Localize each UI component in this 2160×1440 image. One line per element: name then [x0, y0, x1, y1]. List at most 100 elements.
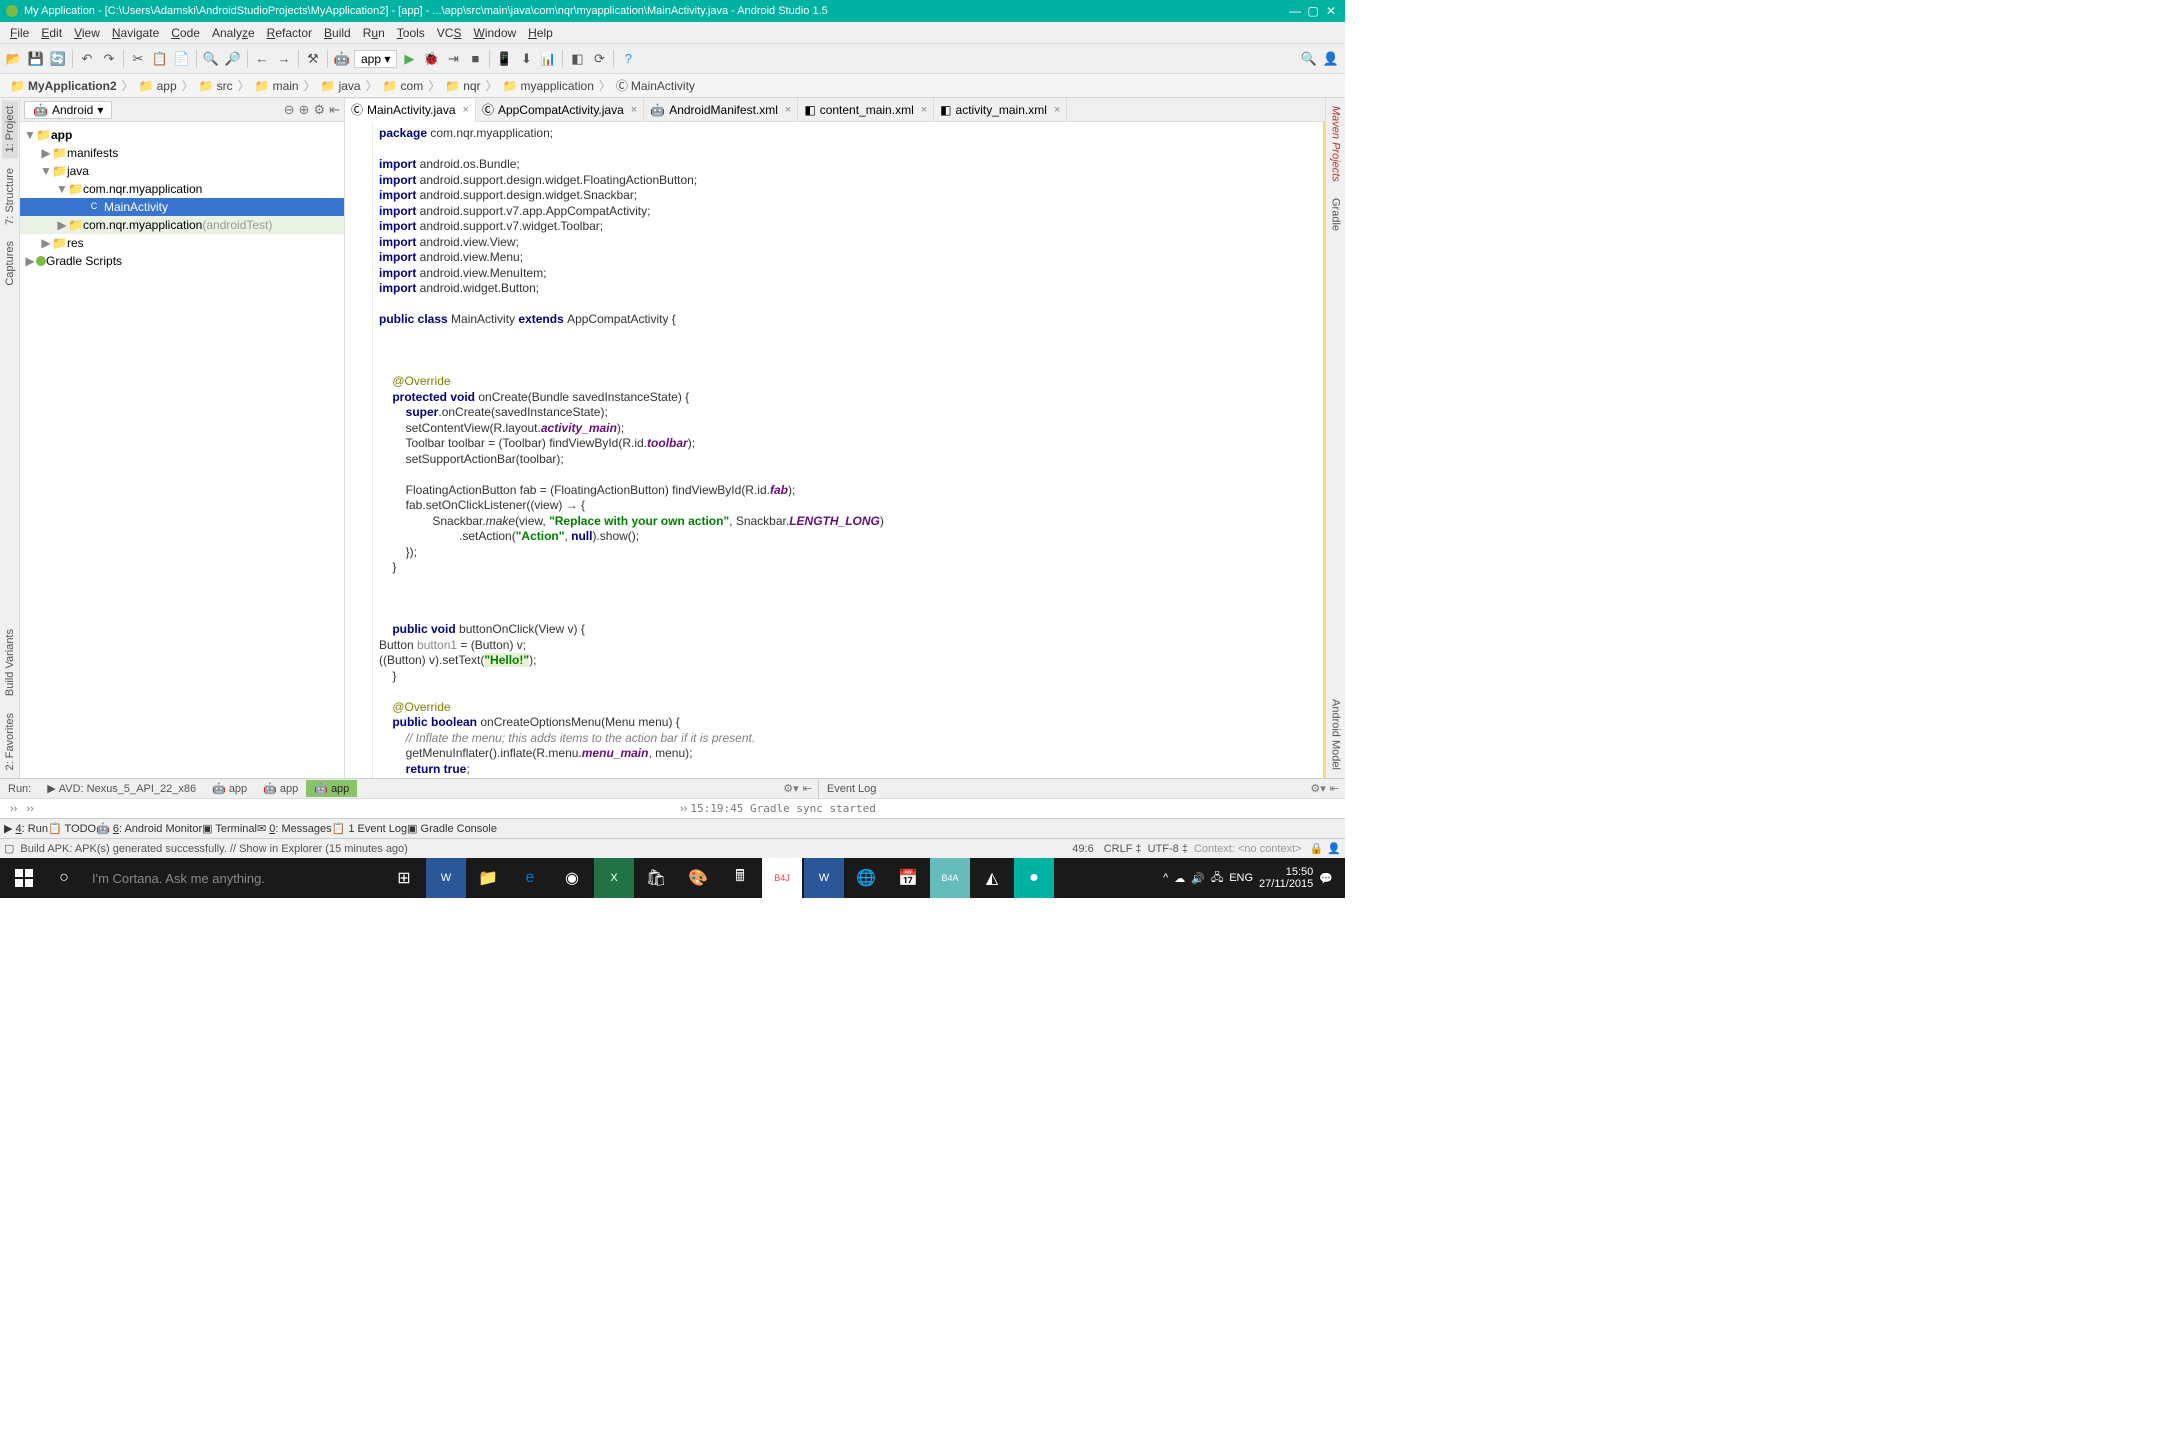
tab-messages[interactable]: ✉ 0: Messages: [257, 822, 332, 835]
collapse-icon[interactable]: ⊖: [284, 102, 295, 118]
tray-language[interactable]: ENG: [1229, 872, 1253, 884]
taskview-icon[interactable]: ⊞: [384, 858, 424, 898]
tab-android-monitor[interactable]: 🤖 6: Android Monitor: [96, 822, 202, 835]
maximize-button[interactable]: ▢: [1304, 4, 1322, 18]
structure-icon[interactable]: ◧: [567, 49, 587, 69]
search-everywhere-icon[interactable]: 🔍: [1299, 49, 1319, 69]
tree-manifests[interactable]: manifests: [67, 146, 118, 160]
tool-maven[interactable]: Maven Projects: [1328, 100, 1344, 188]
minimize-button[interactable]: —: [1286, 4, 1304, 18]
breadcrumb[interactable]: 📁 nqr: [441, 77, 484, 95]
close-icon[interactable]: ×: [631, 104, 637, 116]
tool-project[interactable]: 1: Project: [2, 100, 18, 158]
menu-refactor[interactable]: Refactor: [261, 24, 318, 42]
tree-package[interactable]: com.nqr.myapplication: [83, 182, 202, 196]
make-icon[interactable]: ⚒: [303, 49, 323, 69]
tree-app[interactable]: app: [51, 128, 72, 142]
tray-clock[interactable]: 15:5027/11/2015: [1259, 866, 1313, 890]
tab-terminal[interactable]: ▣ Terminal: [202, 822, 257, 835]
event-gear-icon[interactable]: ⚙▾: [1310, 782, 1325, 795]
breadcrumb[interactable]: 📁 MyApplication2: [6, 77, 121, 95]
status-lock-icon[interactable]: 🔒: [1310, 842, 1324, 855]
editor-gutter[interactable]: [345, 122, 373, 778]
undo-icon[interactable]: ↶: [77, 49, 97, 69]
cortana-search[interactable]: I'm Cortana. Ask me anything.: [84, 863, 374, 893]
monitor-icon[interactable]: 📊: [538, 49, 558, 69]
chrome-icon[interactable]: 🌐: [846, 858, 886, 898]
tree-java[interactable]: java: [67, 164, 89, 178]
user-icon[interactable]: 👤: [1321, 49, 1341, 69]
run-tab-app-active[interactable]: 🤖 app: [306, 780, 357, 797]
unity-icon[interactable]: ◭: [972, 858, 1012, 898]
tool-favorites[interactable]: 2: Favorites: [2, 707, 18, 776]
replace-icon[interactable]: 🔎: [223, 49, 243, 69]
tool-captures[interactable]: Captures: [2, 235, 18, 292]
status-context[interactable]: Context: <no context>: [1194, 843, 1302, 855]
edge-icon[interactable]: e: [510, 858, 550, 898]
paste-icon[interactable]: 📄: [172, 49, 192, 69]
close-icon[interactable]: ×: [1054, 104, 1060, 116]
find-icon[interactable]: 🔍: [201, 49, 221, 69]
help-icon[interactable]: ?: [618, 49, 638, 69]
tree-mainactivity[interactable]: CMainActivity: [20, 198, 344, 216]
code-text[interactable]: package com.nqr.myapplication; import an…: [373, 122, 884, 778]
status-encoding[interactable]: UTF-8 ‡: [1148, 843, 1188, 855]
save-icon[interactable]: 💾: [26, 49, 46, 69]
menu-analyze[interactable]: Analyze: [206, 24, 261, 42]
run-hide-icon[interactable]: ⇤: [803, 782, 812, 795]
run-tab-app[interactable]: 🤖 app: [204, 780, 255, 797]
breadcrumb[interactable]: 📁 src: [195, 77, 237, 95]
tab-gradle-console[interactable]: ▣ Gradle Console: [407, 822, 497, 835]
tab-todo[interactable]: 📋 TODO: [48, 822, 96, 835]
expand-icon[interactable]: ⊕: [299, 102, 310, 118]
tab-appcompat[interactable]: Ⓒ AppCompatActivity.java×: [476, 98, 644, 121]
word-icon[interactable]: W: [426, 858, 466, 898]
breadcrumb[interactable]: 📁 com: [379, 77, 428, 95]
tree-gradle-scripts[interactable]: Gradle Scripts: [46, 254, 122, 268]
run-tab-app[interactable]: 🤖 app: [255, 780, 306, 797]
open-icon[interactable]: 📂: [4, 49, 24, 69]
project-tree[interactable]: ▼📁 app ▶📁 manifests ▼📁 java ▼📁 com.nqr.m…: [20, 122, 344, 778]
app-icon[interactable]: B4A: [930, 858, 970, 898]
run-icon[interactable]: ▶: [399, 49, 419, 69]
menu-view[interactable]: View: [68, 24, 106, 42]
app-icon[interactable]: B4J: [762, 858, 802, 898]
run-tab-avd[interactable]: ▶ AVD: Nexus_5_API_22_x86: [39, 780, 204, 797]
tray-network-icon[interactable]: 🖧: [1211, 869, 1223, 888]
start-button[interactable]: [4, 858, 44, 898]
tab-event-log[interactable]: 📋 1 Event Log: [332, 822, 407, 835]
stop-icon[interactable]: ■: [465, 49, 485, 69]
paint-icon[interactable]: 🎨: [678, 858, 718, 898]
tool-gradle[interactable]: Gradle: [1328, 192, 1344, 237]
tool-build-variants[interactable]: Build Variants: [2, 623, 18, 702]
menu-build[interactable]: Build: [318, 24, 357, 42]
tray-notifications-icon[interactable]: 💬: [1319, 872, 1333, 885]
cut-icon[interactable]: ✂: [128, 49, 148, 69]
calc-icon[interactable]: 🖩: [720, 858, 760, 898]
menu-navigate[interactable]: Navigate: [106, 24, 165, 42]
status-position[interactable]: 49:6: [1072, 843, 1093, 855]
editor-overview-ruler[interactable]: [1323, 122, 1325, 778]
close-icon[interactable]: ×: [463, 104, 469, 116]
code-editor[interactable]: package com.nqr.myapplication; import an…: [345, 122, 1325, 778]
breadcrumb[interactable]: 📁 app: [135, 77, 181, 95]
calendar-icon[interactable]: 📅: [888, 858, 928, 898]
redo-icon[interactable]: ↷: [99, 49, 119, 69]
menu-run[interactable]: Run: [357, 24, 391, 42]
run-gear-icon[interactable]: ⚙▾: [783, 782, 798, 795]
tool-structure[interactable]: 7: Structure: [2, 162, 18, 231]
copy-icon[interactable]: 📋: [150, 49, 170, 69]
tree-test-package[interactable]: com.nqr.myapplication: [83, 218, 202, 232]
tab-manifest[interactable]: 🤖 AndroidManifest.xml×: [644, 98, 798, 121]
tab-run[interactable]: ▶ 4: Run: [4, 822, 48, 835]
status-hide-icon[interactable]: ▢: [4, 842, 14, 855]
tray-expand-icon[interactable]: ^: [1163, 872, 1168, 884]
close-button[interactable]: ✕: [1322, 4, 1340, 18]
back-icon[interactable]: ←: [252, 49, 272, 69]
sdk-icon[interactable]: ⬇: [516, 49, 536, 69]
menu-file[interactable]: File: [4, 24, 35, 42]
status-eol[interactable]: CRLF ‡: [1104, 843, 1142, 855]
steam-icon[interactable]: ◉: [552, 858, 592, 898]
menu-help[interactable]: Help: [522, 24, 559, 42]
word-icon[interactable]: W: [804, 858, 844, 898]
